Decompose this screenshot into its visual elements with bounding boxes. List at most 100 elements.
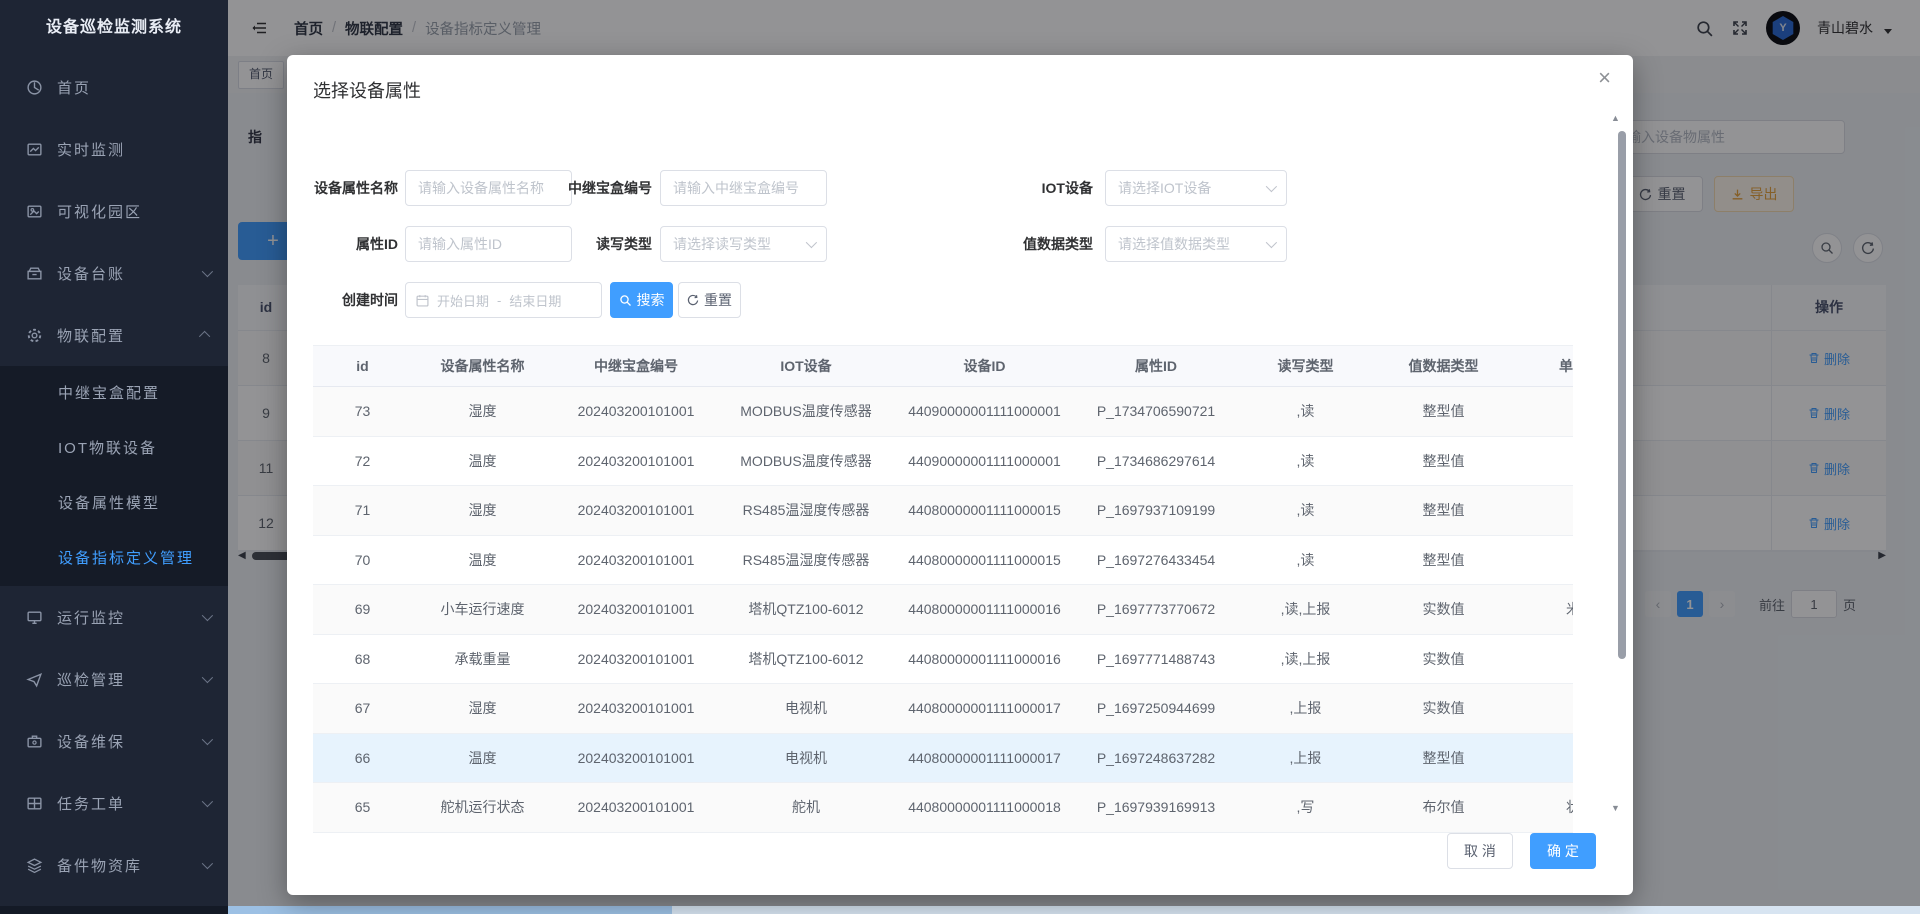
cell-rw-type: ,上报: [1236, 748, 1375, 768]
cell-id: 70: [313, 552, 412, 568]
sidebar-item-iot-config[interactable]: 物联配置: [0, 304, 228, 366]
table-row[interactable]: 69 小车运行速度 202403200101001 塔机QTZ100-6012 …: [313, 585, 1573, 635]
page-horizontal-scrollbar[interactable]: [0, 906, 1920, 914]
chevron-down-icon: [202, 796, 213, 807]
sidebar-item-label: 设备维保: [57, 731, 202, 752]
sidebar-item-device-maintenance[interactable]: 设备维保: [0, 710, 228, 772]
cell-iot-device: RS485温湿度传感器: [719, 550, 893, 570]
cell-device-id: 44080000001111000015: [893, 552, 1076, 568]
sidebar-item-label: 设备台账: [57, 263, 202, 284]
value-type-select[interactable]: 请选择值数据类型: [1105, 226, 1287, 262]
field-label-iot-device: IOT设备: [953, 170, 1093, 206]
cell-attr-id: P_1697250944699: [1076, 700, 1236, 716]
sidebar-item-run-monitor[interactable]: 运行监控: [0, 586, 228, 648]
sidebar-item-task-orders[interactable]: 任务工单: [0, 772, 228, 834]
sidebar-item-label: 巡检管理: [57, 669, 202, 690]
scroll-up-icon[interactable]: ▲: [1611, 113, 1620, 123]
cell-rw-type: ,上报: [1236, 698, 1375, 718]
cell-iot-device: 电视机: [719, 698, 893, 718]
sidebar-item-visual-park[interactable]: 可视化园区: [0, 180, 228, 242]
device-attribute-table: id 设备属性名称 中继宝盒编号 IOT设备 设备ID 属性ID 读写类型 值数…: [313, 345, 1573, 833]
cell-iot-device: 塔机QTZ100-6012: [719, 599, 893, 619]
cell-device-id: 44080000001111000016: [893, 651, 1076, 667]
cell-id: 68: [313, 651, 412, 667]
sidebar-item-device-attr-model[interactable]: 设备属性模型: [0, 476, 228, 531]
table-row[interactable]: 66 温度 202403200101001 电视机 44080000001111…: [313, 734, 1573, 784]
calendar-icon: [416, 294, 429, 307]
table-row[interactable]: 65 舵机运行状态 202403200101001 舵机 44080000001…: [313, 783, 1573, 833]
sidebar-item-spare-parts[interactable]: 备件物资库: [0, 834, 228, 896]
table-row[interactable]: 70 温度 202403200101001 RS485温湿度传感器 440800…: [313, 536, 1573, 586]
cell-value-type: 实数值: [1375, 698, 1512, 718]
dialog-title: 选择设备属性: [313, 77, 421, 103]
sidebar-item-label: 备件物资库: [57, 855, 202, 876]
sidebar-item-label: 首页: [57, 77, 210, 98]
cell-value-type: 实数值: [1375, 649, 1512, 669]
column-header-attr-name: 设备属性名称: [412, 356, 553, 376]
sidebar-item-realtime-monitor[interactable]: 实时监测: [0, 118, 228, 180]
cell-box-no: 202403200101001: [553, 453, 719, 469]
sidebar-item-relay-box-config[interactable]: 中继宝盒配置: [0, 366, 228, 421]
select-placeholder: 请选择值数据类型: [1118, 234, 1266, 254]
cell-attr-name: 湿度: [412, 698, 553, 718]
sidebar-item-device-indicator-mgmt[interactable]: 设备指标定义管理: [0, 531, 228, 586]
reset-button-label: 重置: [704, 290, 732, 310]
column-header-device-id: 设备ID: [893, 356, 1076, 376]
cell-box-no: 202403200101001: [553, 700, 719, 716]
end-date-placeholder: 结束日期: [509, 291, 561, 310]
cell-attr-id: P_1697771488743: [1076, 651, 1236, 667]
sidebar-item-iot-devices[interactable]: IOT物联设备: [0, 421, 228, 476]
confirm-button[interactable]: 确 定: [1530, 833, 1596, 869]
chevron-down-icon: [806, 237, 817, 248]
column-header-unit: 单位: [1512, 356, 1573, 376]
cell-value-type: 布尔值: [1375, 797, 1512, 817]
column-header-rw-type: 读写类型: [1236, 356, 1375, 376]
cell-value-type: 整型值: [1375, 500, 1512, 520]
sidebar-item-home[interactable]: 首页: [0, 56, 228, 118]
scroll-down-icon[interactable]: ▼: [1611, 803, 1620, 813]
cell-device-id: 44080000001111000017: [893, 700, 1076, 716]
sidebar-item-label: 实时监测: [57, 139, 210, 160]
table-row[interactable]: 67 湿度 202403200101001 电视机 44080000001111…: [313, 684, 1573, 734]
chevron-down-icon: [202, 266, 213, 277]
sidebar-item-inspection-mgmt[interactable]: 巡检管理: [0, 648, 228, 710]
scrollbar-thumb[interactable]: [1618, 131, 1626, 659]
iot-device-select[interactable]: 请选择IOT设备: [1105, 170, 1287, 206]
chevron-down-icon: [202, 734, 213, 745]
rw-type-select[interactable]: 请选择读写类型: [660, 226, 827, 262]
cell-box-no: 202403200101001: [553, 502, 719, 518]
cancel-button[interactable]: 取 消: [1447, 833, 1513, 869]
dashboard-icon: [26, 79, 43, 96]
cell-attr-name: 温度: [412, 451, 553, 471]
cell-attr-id: P_1697939169913: [1076, 799, 1236, 815]
table-row[interactable]: 71 湿度 202403200101001 RS485温湿度传感器 440800…: [313, 486, 1573, 536]
select-placeholder: 请选择IOT设备: [1118, 178, 1266, 198]
search-button[interactable]: 搜索: [610, 282, 673, 318]
cell-box-no: 202403200101001: [553, 651, 719, 667]
reset-button[interactable]: 重置: [678, 282, 741, 318]
date-range-picker[interactable]: 开始日期 - 结束日期: [405, 282, 602, 318]
table-row[interactable]: 68 承载重量 202403200101001 塔机QTZ100-6012 44…: [313, 635, 1573, 685]
table-row[interactable]: 72 温度 202403200101001 MODBUS温度传感器 440900…: [313, 437, 1573, 487]
box-no-input[interactable]: [660, 170, 827, 206]
chevron-down-icon: [1266, 181, 1277, 192]
layers-icon: [26, 857, 43, 874]
cell-value-type: 实数值: [1375, 599, 1512, 619]
cell-device-id: 44080000001111000016: [893, 601, 1076, 617]
cell-rw-type: ,读: [1236, 401, 1375, 421]
cell-id: 71: [313, 502, 412, 518]
scrollbar-thumb[interactable]: [228, 906, 672, 914]
close-icon[interactable]: ×: [1598, 67, 1611, 89]
cell-id: 73: [313, 403, 412, 419]
table-row[interactable]: 73 湿度 202403200101001 MODBUS温度传感器 440900…: [313, 387, 1573, 437]
cell-attr-name: 承载重量: [412, 649, 553, 669]
sidebar-item-device-ledger[interactable]: 设备台账: [0, 242, 228, 304]
gear-icon: [26, 327, 43, 344]
cell-id: 65: [313, 799, 412, 815]
table-header-row: id 设备属性名称 中继宝盒编号 IOT设备 设备ID 属性ID 读写类型 值数…: [313, 345, 1573, 387]
form-row-2: 属性ID 读写类型 请选择读写类型 值数据类型 请选择值数据类型: [287, 226, 1633, 262]
field-label-attr-name: 设备属性名称: [287, 170, 398, 206]
scrollbar-corner: [0, 906, 228, 914]
cell-iot-device: RS485温湿度传感器: [719, 500, 893, 520]
cell-id: 66: [313, 750, 412, 766]
